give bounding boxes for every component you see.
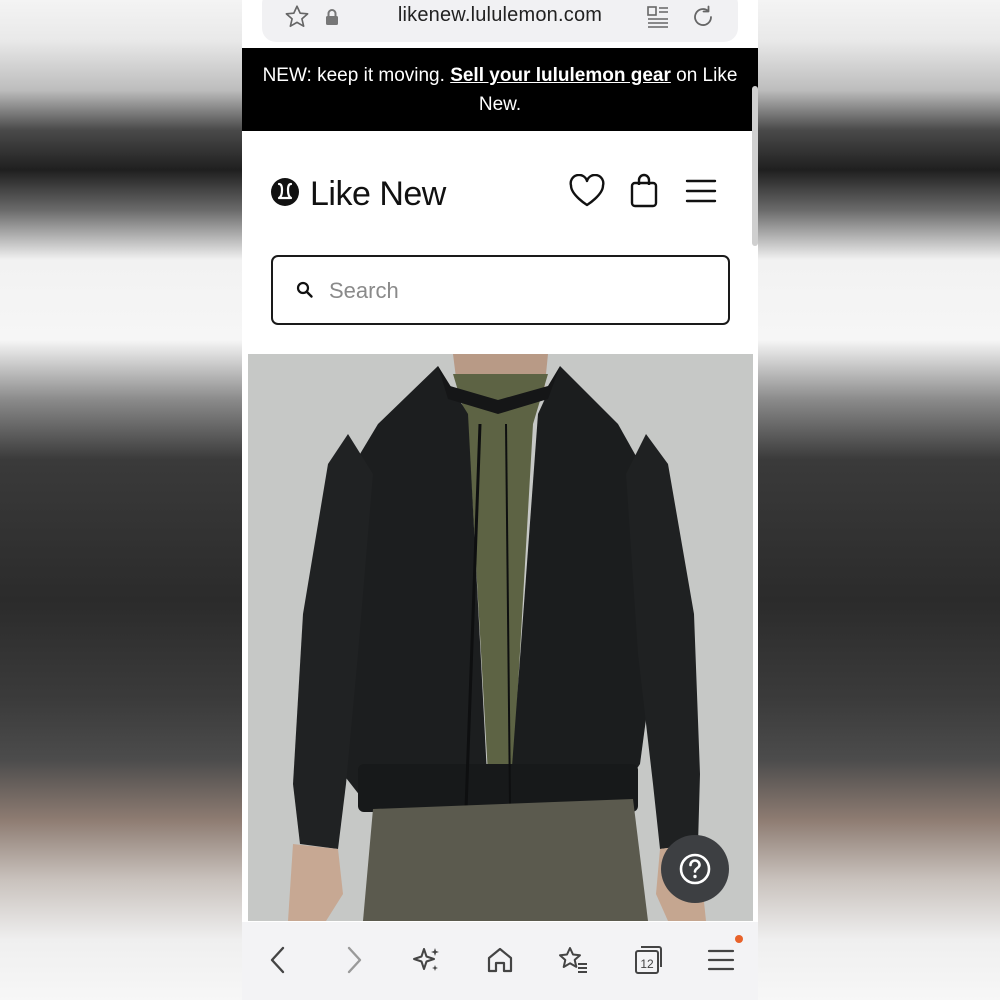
browser-menu-icon[interactable]	[701, 940, 741, 980]
jacket-photo	[248, 354, 753, 921]
tab-count: 12	[640, 957, 654, 971]
search-icon	[295, 280, 315, 300]
product-image[interactable]	[248, 354, 753, 921]
forward-arrow-icon[interactable]	[334, 940, 374, 980]
scrollbar[interactable]	[752, 86, 758, 246]
ai-sparkle-icon[interactable]	[407, 940, 447, 980]
notification-dot	[735, 935, 743, 943]
sell-gear-link[interactable]: Sell your lululemon gear	[450, 65, 671, 86]
search-box[interactable]	[271, 255, 730, 325]
bookmarks-star-icon[interactable]	[553, 940, 593, 980]
question-mark-icon	[679, 853, 711, 885]
menu-hamburger-icon[interactable]	[681, 171, 721, 211]
brand-name: Like New	[310, 175, 446, 213]
back-arrow-icon[interactable]	[258, 940, 298, 980]
help-button[interactable]	[661, 835, 729, 903]
home-icon[interactable]	[480, 940, 520, 980]
announcement-banner: NEW: keep it moving. Sell your lululemon…	[242, 48, 758, 131]
reload-icon[interactable]	[688, 2, 718, 32]
address-bar[interactable]: likenew.lululemon.com	[262, 0, 738, 42]
browser-toolbar: 12	[242, 922, 758, 1000]
phone-screen: likenew.lululemon.com NEW: keep it movin…	[242, 0, 758, 1000]
wishlist-heart-icon[interactable]	[567, 171, 607, 211]
site-header: Like New	[242, 131, 758, 251]
shopping-bag-icon[interactable]	[624, 171, 664, 211]
lululemon-logo-icon	[270, 177, 300, 212]
tabs-icon[interactable]: 12	[628, 940, 668, 980]
search-input[interactable]	[327, 271, 711, 311]
reader-view-icon[interactable]	[643, 2, 673, 32]
banner-prefix: NEW: keep it moving.	[262, 65, 451, 86]
brand-logo[interactable]: Like New	[270, 175, 446, 214]
